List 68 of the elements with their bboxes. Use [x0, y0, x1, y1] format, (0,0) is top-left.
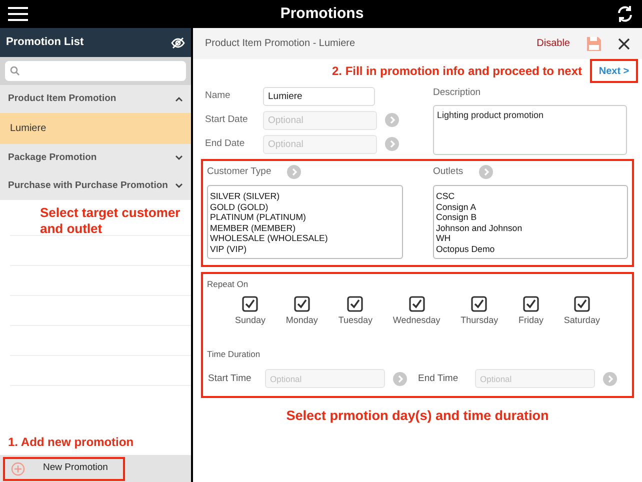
list-option[interactable]: Johnson and Johnson	[436, 222, 625, 234]
checkbox[interactable]	[408, 296, 425, 312]
search-icon	[10, 66, 20, 76]
checkbox[interactable]	[523, 296, 540, 312]
day-label: Monday	[286, 314, 318, 327]
day-label: Tuesday	[338, 314, 372, 327]
list-option[interactable]: SILVER (SILVER)	[210, 191, 400, 202]
field-label: Start Time	[207, 372, 252, 386]
close-icon[interactable]	[618, 38, 630, 50]
group-header[interactable]: Purchase with Purchase Promotion	[0, 172, 192, 200]
list-option[interactable]: Consign B	[436, 212, 625, 223]
time-field[interactable]: Optional	[265, 369, 385, 388]
sidebar-title: Promotion List	[6, 35, 84, 50]
list-option[interactable]: WH	[436, 233, 625, 244]
checkbox[interactable]	[242, 296, 258, 312]
section-label: Repeat On	[207, 278, 250, 291]
list-option[interactable]: Consign A	[436, 202, 625, 212]
annotation-text: Select prmotion day(s) and time duration	[286, 407, 549, 426]
list-box[interactable]: CSC Consign A Consign B Johnson and Johnson WH Octopus Demo	[433, 185, 628, 260]
plus-circle-icon	[11, 462, 25, 476]
day-label: Thursday	[460, 314, 498, 327]
checkbox[interactable]	[574, 296, 590, 312]
list-option[interactable]: PLATINUM (PLATINUM)	[210, 212, 400, 223]
annotation-text: 2. Fill in promotion info and proceed to next	[332, 63, 582, 80]
search-field[interactable]	[5, 61, 186, 81]
group-header[interactable]: Product Item Promotion	[0, 85, 192, 113]
section-label: Outlets	[433, 165, 464, 180]
field-label: End Time	[417, 372, 460, 386]
field-label: End Date	[205, 136, 246, 151]
list-option[interactable]: GOLD (GOLD)	[210, 202, 400, 212]
annotation-text: Select target customer and outlet	[39, 204, 182, 235]
list-option[interactable]: WHOLESALE (WHOLESALE)	[210, 233, 400, 244]
time-field[interactable]: Optional	[475, 369, 595, 388]
detail-title: Product Item Promotion - Lumiere	[205, 37, 356, 51]
list-option[interactable]: MEMBER (MEMBER)	[210, 222, 400, 234]
field-label: Name	[205, 88, 232, 103]
list-option[interactable]: CSC	[436, 191, 625, 202]
list-option[interactable]: Octopus Demo	[436, 244, 625, 254]
next-button[interactable]: Next >	[590, 59, 638, 83]
list-item[interactable]: Lumiere	[0, 113, 192, 144]
list-option[interactable]: VIP (VIP)	[210, 244, 400, 254]
list-box[interactable]: SILVER (SILVER) GOLD (GOLD) PLATINUM (PLATINUM) MEMBER (MEMBER) WHOLESALE (WHOLESALE) VIP (VIP)	[207, 185, 403, 260]
app-title: Promotions	[280, 4, 364, 24]
caret-down-icon	[175, 155, 184, 161]
group-header[interactable]: Package Promotion	[0, 144, 192, 172]
date-field[interactable]: Optional	[263, 134, 377, 154]
day-label: Sunday	[235, 314, 266, 327]
section-label: Customer Type	[207, 165, 272, 180]
day-label: Friday	[518, 314, 544, 327]
text-field[interactable]: Lumiere	[263, 86, 375, 106]
caret-up-icon	[175, 96, 184, 102]
eye-off-icon[interactable]	[171, 36, 186, 48]
date-field[interactable]: Optional	[263, 110, 377, 130]
day-label: Wednesday	[392, 314, 440, 327]
description-field[interactable]: Lighting product promotion	[433, 105, 627, 156]
day-label: Saturday	[564, 314, 600, 327]
field-label: Description	[433, 86, 482, 100]
refresh-icon[interactable]	[616, 5, 634, 23]
caret-down-icon	[175, 183, 184, 189]
field-label: Start Date	[205, 112, 249, 127]
checkbox[interactable]	[347, 296, 364, 312]
menu-icon[interactable]	[8, 7, 28, 21]
checkbox[interactable]	[471, 296, 488, 312]
section-label: Time Duration	[207, 348, 262, 360]
new-promotion-button[interactable]: New Promotion	[3, 456, 125, 480]
checkbox[interactable]	[294, 296, 310, 312]
disable-link[interactable]: Disable	[536, 36, 570, 51]
annotation-text: 1. Add new promotion	[8, 434, 134, 451]
